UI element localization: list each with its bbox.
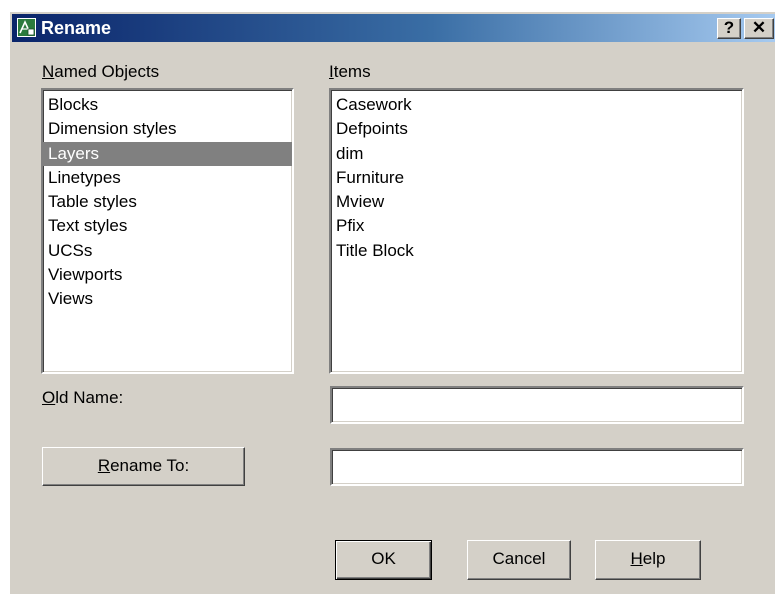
named-object-item[interactable]: Linetypes [43,166,292,190]
title-bar[interactable]: Rename ? ✕ [12,14,775,42]
rename-to-field[interactable] [330,448,744,486]
layer-item[interactable]: Pfix [331,214,742,238]
ok-button[interactable]: OK [335,540,432,580]
rename-dialog: Rename ? ✕ Named Objects Items Blocks Di… [8,10,775,594]
named-object-item[interactable]: Views [43,287,292,311]
items-list[interactable]: Casework Defpoints dim Furniture Mview P… [329,88,744,374]
dialog-title: Rename [41,18,112,38]
rename-to-text: ename To: [110,456,190,475]
named-objects-list[interactable]: Blocks Dimension styles Layers Linetypes… [41,88,294,374]
close-icon[interactable]: ✕ [744,18,774,39]
help-button-text: elp [642,549,666,568]
named-object-item[interactable]: Text styles [43,214,292,238]
items-label-text: tems [333,62,371,81]
named-object-item[interactable]: Blocks [43,93,292,117]
rename-to-accel: R [97,456,111,475]
old-name-field[interactable] [330,386,744,424]
layer-item[interactable]: Furniture [331,166,742,190]
old-name-label-text: ld Name: [55,388,124,407]
named-objects-label-accel: N [42,62,55,81]
layer-item[interactable]: Defpoints [331,117,742,141]
help-icon[interactable]: ? [717,18,741,39]
old-name-label: Old Name: [42,388,123,408]
old-name-label-accel: O [42,388,56,407]
items-label: Items [329,62,371,82]
autocad-app-icon [17,18,36,37]
named-objects-label: Named Objects [42,62,159,82]
named-object-item[interactable]: Dimension styles [43,117,292,141]
help-button-accel: H [630,549,643,568]
named-object-item[interactable]: UCSs [43,239,292,263]
named-objects-label-text: amed Objects [54,62,160,81]
layer-item[interactable]: Title Block [331,239,742,263]
named-object-item-selected[interactable]: Layers [43,141,292,166]
named-object-item[interactable]: Table styles [43,190,292,214]
named-object-item[interactable]: Viewports [43,263,292,287]
layer-item[interactable]: Mview [331,190,742,214]
rename-to-button[interactable]: Rename To: [42,447,245,486]
layer-item[interactable]: Casework [331,93,742,117]
layer-item[interactable]: dim [331,142,742,166]
cancel-button[interactable]: Cancel [467,540,571,580]
help-button[interactable]: Help [595,540,701,580]
